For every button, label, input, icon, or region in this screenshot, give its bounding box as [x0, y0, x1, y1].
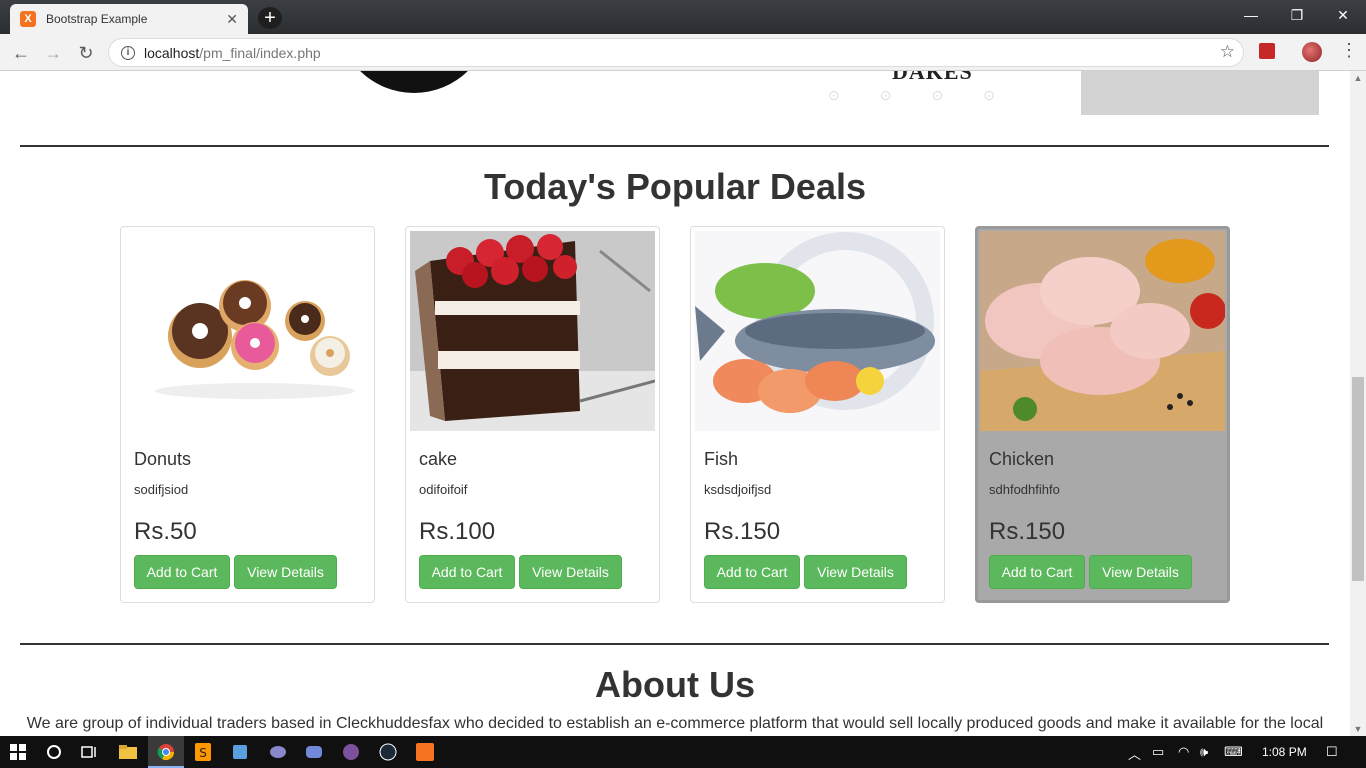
- viber-icon[interactable]: [341, 742, 361, 762]
- page-viewport: DAKES ⊙⊙⊙⊙ Today's Popular Deals Donuts …: [0, 71, 1350, 736]
- svg-text:S: S: [199, 746, 207, 760]
- extension-icon[interactable]: [1259, 43, 1275, 59]
- add-to-cart-button[interactable]: Add to Cart: [419, 555, 515, 589]
- fish-image: [695, 231, 940, 431]
- chrome-icon[interactable]: [156, 742, 176, 762]
- product-description: sdhfodhfihfo: [989, 482, 1060, 497]
- file-explorer-icon[interactable]: [118, 742, 138, 762]
- product-price: Rs.150: [989, 518, 1066, 545]
- back-arrow-icon[interactable]: ←: [9, 41, 33, 65]
- banner-gray-panel: [1081, 71, 1319, 115]
- battery-icon[interactable]: ▭: [1152, 744, 1164, 760]
- tab-title: Bootstrap Example: [46, 12, 148, 26]
- bookmark-star-icon[interactable]: ☆: [1220, 42, 1235, 62]
- product-card-donuts: Donuts sodifjsiod Rs.50 Add to Cart View…: [120, 226, 375, 603]
- add-to-cart-button[interactable]: Add to Cart: [704, 555, 800, 589]
- product-name: Fish: [704, 449, 739, 469]
- profile-avatar[interactable]: [1302, 42, 1322, 62]
- product-card-chicken: Chicken sdhfodhfihfo Rs.150 Add to Cart …: [975, 226, 1230, 603]
- discord-icon[interactable]: [304, 742, 324, 762]
- volume-icon[interactable]: 🕪: [1200, 744, 1208, 760]
- view-details-button[interactable]: View Details: [234, 555, 337, 589]
- xampp-favicon-icon: X: [20, 11, 36, 27]
- search-circle-icon[interactable]: [44, 742, 64, 762]
- about-title: About Us: [595, 664, 755, 705]
- task-view-icon[interactable]: [80, 742, 100, 762]
- menu-dots-icon[interactable]: ⋮: [1340, 40, 1358, 61]
- url-text: localhost/pm_final/index.php: [144, 45, 321, 61]
- close-window-button[interactable]: ✕: [1320, 0, 1366, 30]
- reload-icon[interactable]: ↻: [74, 41, 98, 65]
- divider: [20, 145, 1329, 147]
- product-card-cake: cake odifoifoif Rs.100 Add to Cart View …: [405, 226, 660, 603]
- scroll-thumb[interactable]: [1352, 377, 1364, 581]
- product-name: Donuts: [134, 449, 192, 469]
- scroll-up-arrow-icon[interactable]: ▲: [1350, 73, 1366, 83]
- product-name: Chicken: [989, 449, 1055, 469]
- product-description: odifoifoif: [419, 482, 468, 497]
- taskbar: S ︿ ▭ ◠ 🕪 ⌨ 1:08 PM ☐: [0, 736, 1366, 768]
- cake-image: [410, 231, 655, 431]
- address-bar[interactable]: i localhost/pm_final/index.php ☆: [108, 38, 1244, 67]
- product-description: ksdsdjoifjsd: [704, 482, 772, 497]
- wifi-icon[interactable]: ◠: [1178, 744, 1189, 760]
- banner-watermark-icons: ⊙⊙⊙⊙: [828, 87, 1035, 103]
- product-price: Rs.150: [704, 518, 781, 545]
- add-to-cart-button[interactable]: Add to Cart: [989, 555, 1085, 589]
- banner-circle-image: [337, 71, 491, 93]
- clock-time[interactable]: 1:08 PM: [1262, 745, 1307, 759]
- new-tab-button[interactable]: +: [258, 7, 282, 29]
- product-price: Rs.100: [419, 518, 496, 545]
- tab-close-icon[interactable]: ✕: [226, 11, 238, 28]
- windows-start-icon[interactable]: [8, 742, 28, 762]
- donuts-image: [125, 231, 370, 431]
- product-card-fish: Fish ksdsdjoifjsd Rs.150 Add to Cart Vie…: [690, 226, 945, 603]
- browser-tab[interactable]: X Bootstrap Example ✕: [10, 4, 248, 34]
- url-path: /pm_final/index.php: [199, 44, 321, 61]
- view-details-button[interactable]: View Details: [804, 555, 907, 589]
- banner-logo-text: DAKES: [892, 71, 973, 84]
- scroll-down-arrow-icon[interactable]: ▼: [1350, 724, 1366, 734]
- sublime-text-icon[interactable]: S: [193, 742, 213, 762]
- app-icon[interactable]: [230, 742, 250, 762]
- browser-toolbar: ← → ↻ i localhost/pm_final/index.php ☆ ⋮: [0, 34, 1366, 71]
- product-price: Rs.50: [134, 518, 197, 545]
- divider: [20, 643, 1329, 645]
- notification-icon[interactable]: ☐: [1326, 744, 1338, 760]
- view-details-button[interactable]: View Details: [1089, 555, 1192, 589]
- steam-icon[interactable]: [378, 742, 398, 762]
- view-details-button[interactable]: View Details: [519, 555, 622, 589]
- page-scrollbar[interactable]: ▲ ▼: [1350, 71, 1366, 736]
- minimize-button[interactable]: —: [1228, 0, 1274, 30]
- keyboard-icon[interactable]: ⌨: [1224, 744, 1243, 760]
- about-text: We are group of individual traders based…: [26, 715, 1324, 732]
- tray-chevron-icon[interactable]: ︿: [1128, 744, 1141, 763]
- app-icon[interactable]: [268, 742, 288, 762]
- restore-button[interactable]: ❐: [1274, 0, 1320, 30]
- deals-title: Today's Popular Deals: [483, 166, 866, 207]
- xampp-icon[interactable]: [415, 742, 435, 762]
- forward-arrow-icon[interactable]: →: [41, 41, 65, 65]
- product-description: sodifjsiod: [134, 482, 189, 497]
- add-to-cart-button[interactable]: Add to Cart: [134, 555, 230, 589]
- url-host: localhost: [144, 44, 200, 61]
- product-name: cake: [419, 449, 458, 469]
- chicken-image: [980, 231, 1225, 431]
- browser-titlebar: X Bootstrap Example ✕ + — ❐ ✕: [0, 0, 1366, 34]
- info-icon[interactable]: i: [121, 45, 135, 60]
